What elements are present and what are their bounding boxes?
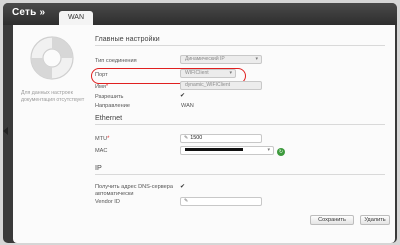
tab-wan[interactable]: WAN [59, 11, 93, 25]
section-ip: IP [95, 163, 385, 175]
refresh-icon[interactable]: ↻ [277, 148, 285, 156]
allow-checkbox[interactable]: ✔ [180, 92, 185, 99]
connection-type-label: Тип соединения [95, 58, 137, 64]
mac-select[interactable]: ▾ [180, 146, 274, 155]
chevron-down-icon: ▾ [255, 56, 258, 62]
vendor-id-input[interactable]: ✎ [180, 197, 262, 206]
mtu-value: 1500 [190, 135, 203, 141]
help-text: Для данных настроек документация отсутст… [21, 90, 85, 103]
mtu-label: MTU* [95, 136, 110, 142]
section-main-settings: Главные настройки [95, 34, 385, 46]
mac-value-redacted [185, 148, 243, 152]
chevron-down-icon: ▾ [267, 147, 270, 153]
name-value: dynamic_WIFICIient [185, 82, 231, 88]
mtu-input[interactable]: ✎ 1500 [180, 134, 262, 143]
name-field[interactable]: dynamic_WIFICIient [180, 81, 262, 90]
direction-label: Направление [95, 103, 130, 109]
name-label: Имя* [95, 84, 109, 90]
connection-type-value: Динамический IP [185, 56, 225, 62]
vendor-id-label: Vendor ID [95, 199, 120, 205]
pencil-icon: ✎ [184, 135, 189, 141]
mac-label: MAC [95, 148, 108, 154]
dns-auto-checkbox[interactable]: ✔ [180, 183, 185, 190]
allow-label: Разрешить [95, 94, 124, 100]
delete-button[interactable]: Удалить [360, 215, 390, 225]
lifebuoy-icon [30, 36, 74, 80]
direction-value: WAN [181, 103, 194, 109]
section-ethernet: Ethernet [95, 113, 385, 125]
header-bar: Сеть » WAN [3, 3, 397, 25]
page-title: Сеть » [12, 7, 46, 18]
save-button[interactable]: Сохранить [310, 215, 354, 225]
connection-type-select[interactable]: Динамический IP ▾ [180, 55, 262, 64]
collapse-arrow-icon[interactable] [3, 127, 8, 135]
pencil-icon: ✎ [184, 198, 189, 204]
dns-auto-label: Получить адрес DNS-сервера автоматически [95, 184, 174, 197]
